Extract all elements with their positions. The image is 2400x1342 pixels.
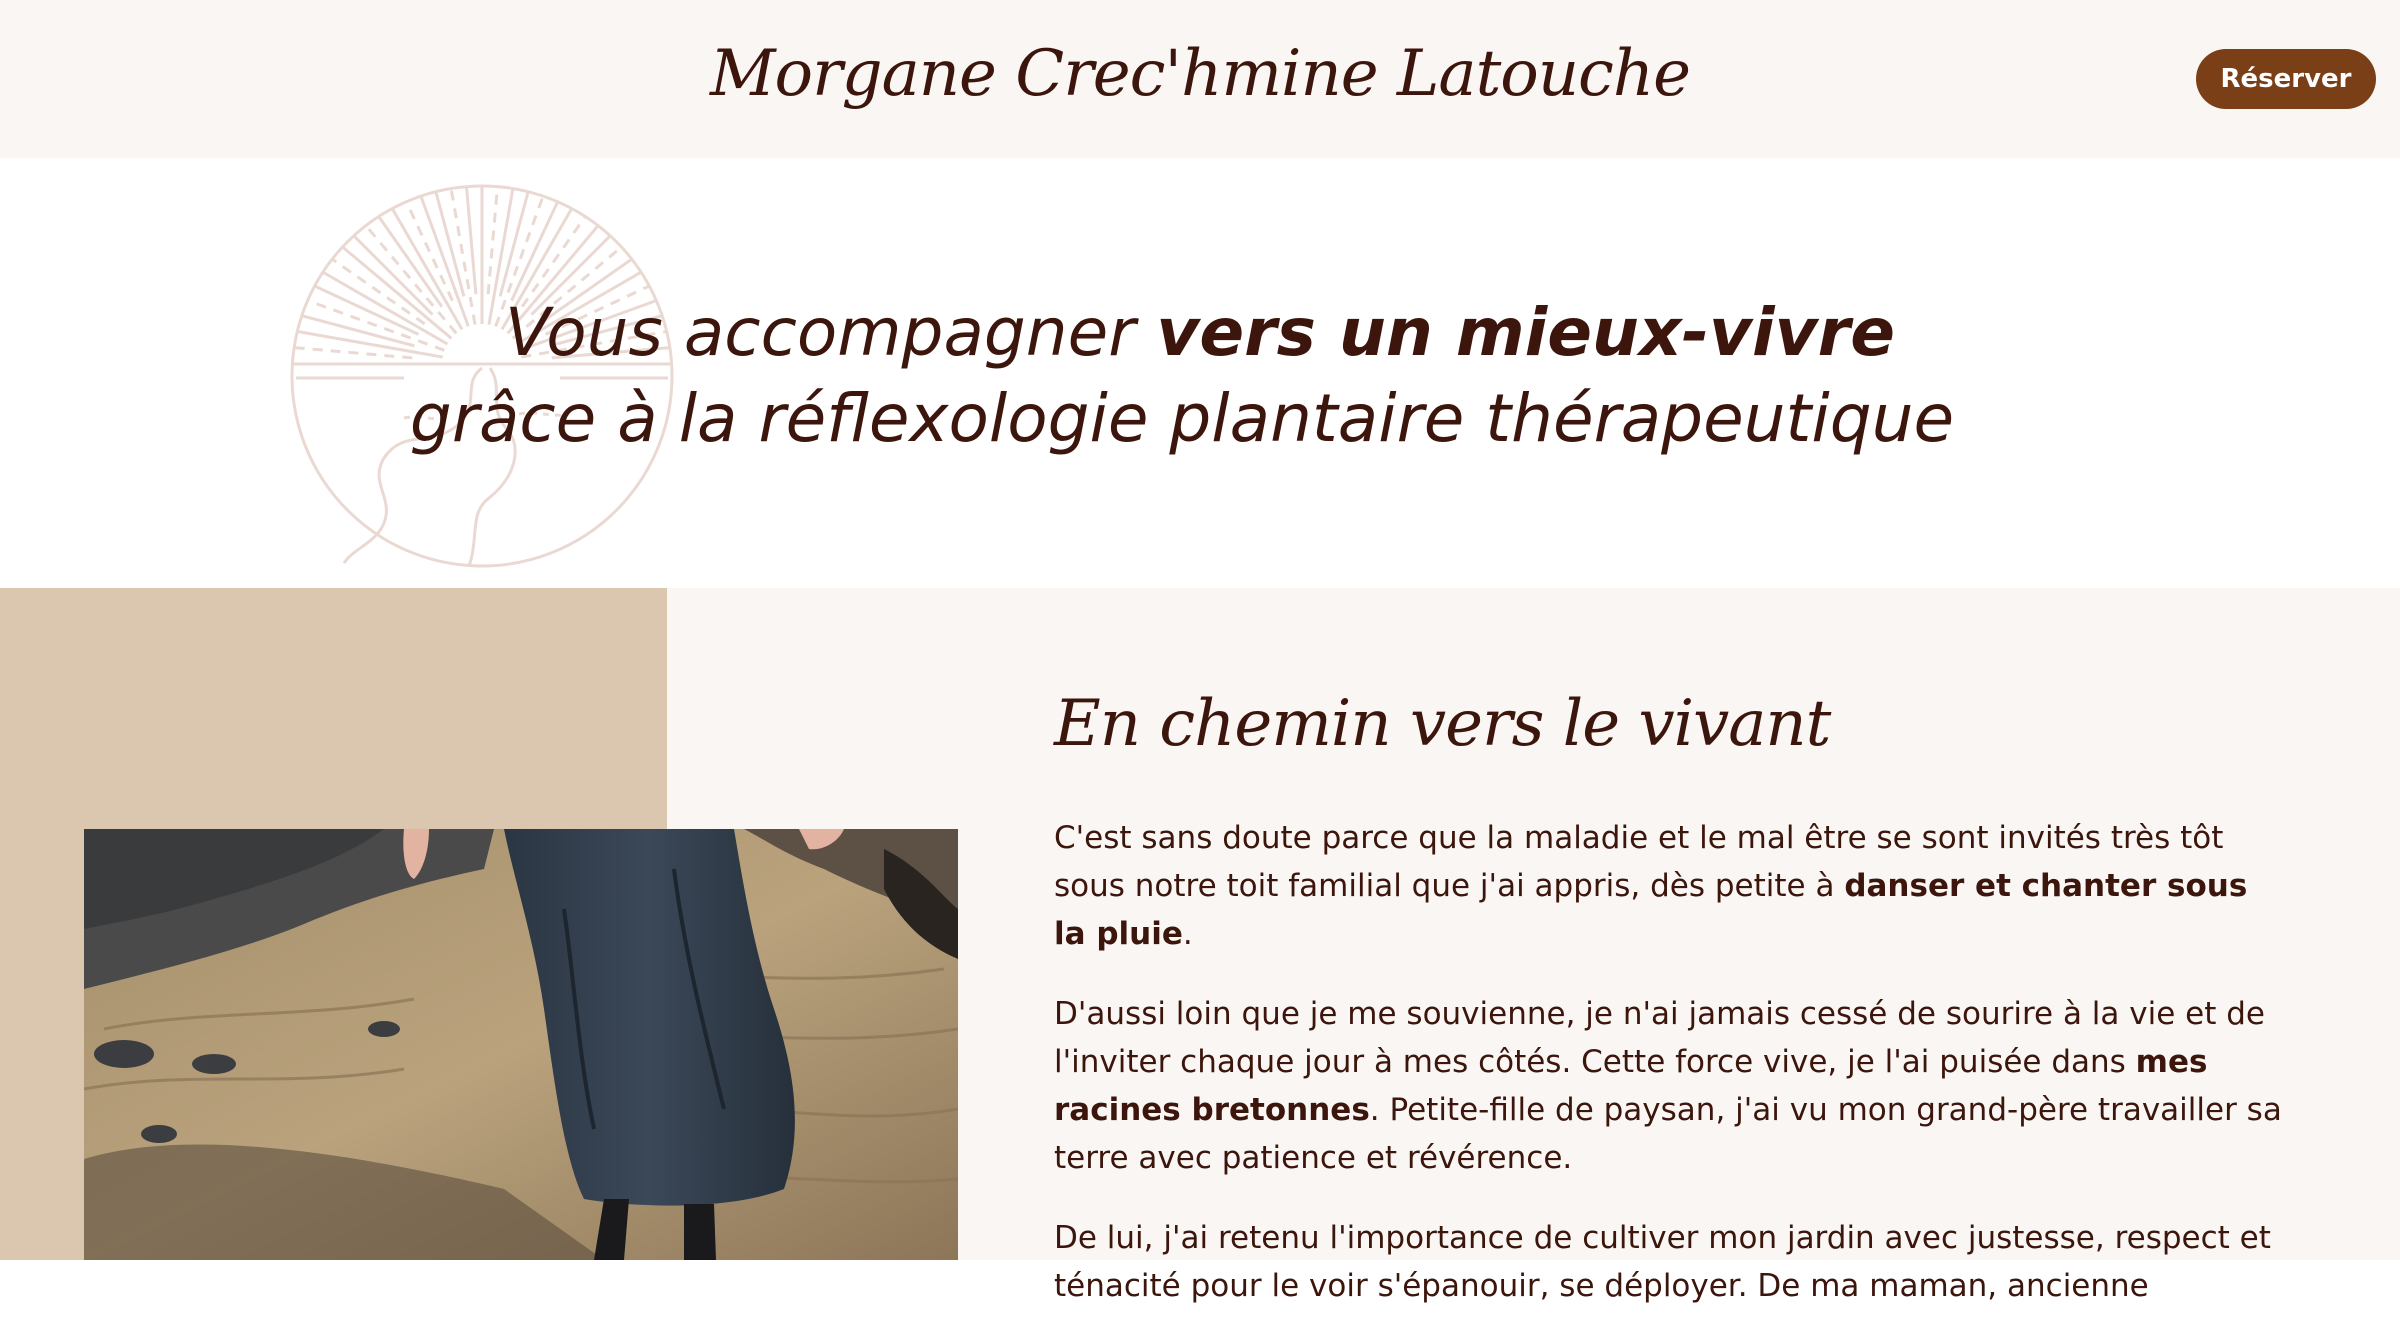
paragraph-2-text: D'aussi loin que je me souvienne, je n'a… [1054, 996, 2265, 1080]
hero-title-part1: Vous accompagner [505, 294, 1157, 371]
site-header: Morgane Crec'hmine Latouche Réserver [0, 0, 2400, 158]
hero-title-line2: grâce à la réflexologie plantaire thérap… [409, 380, 1955, 457]
hero-title: Vous accompagner vers un mieux-vivre grâc… [300, 290, 2100, 462]
brand-name[interactable]: Morgane Crec'hmine Latouche [0, 24, 2400, 124]
about-text: C'est sans doute parce que la maladie et… [1054, 814, 2284, 1342]
hero-title-bold: vers un mieux-vivre [1156, 294, 1895, 371]
about-section: En chemin vers le vivant C'est sans dout… [0, 588, 2400, 1304]
photo-person-walking-on-rocks [84, 829, 958, 1260]
paragraph-1: C'est sans doute parce que la maladie et… [1054, 814, 2284, 958]
paragraph-3: De lui, j'ai retenu l'importance de cult… [1054, 1214, 2284, 1310]
paragraph-1-end: . [1182, 916, 1193, 952]
paragraph-3-text: De lui, j'ai retenu l'importance de cult… [1054, 1220, 2271, 1304]
paragraph-2: D'aussi loin que je me souvienne, je n'a… [1054, 990, 2284, 1182]
sun-ray [463, 187, 478, 295]
hero-section: Vous accompagner vers un mieux-vivre grâc… [0, 158, 2400, 588]
reserve-button[interactable]: Réserver [2196, 49, 2376, 109]
section-title: En chemin vers le vivant [1054, 687, 1831, 761]
